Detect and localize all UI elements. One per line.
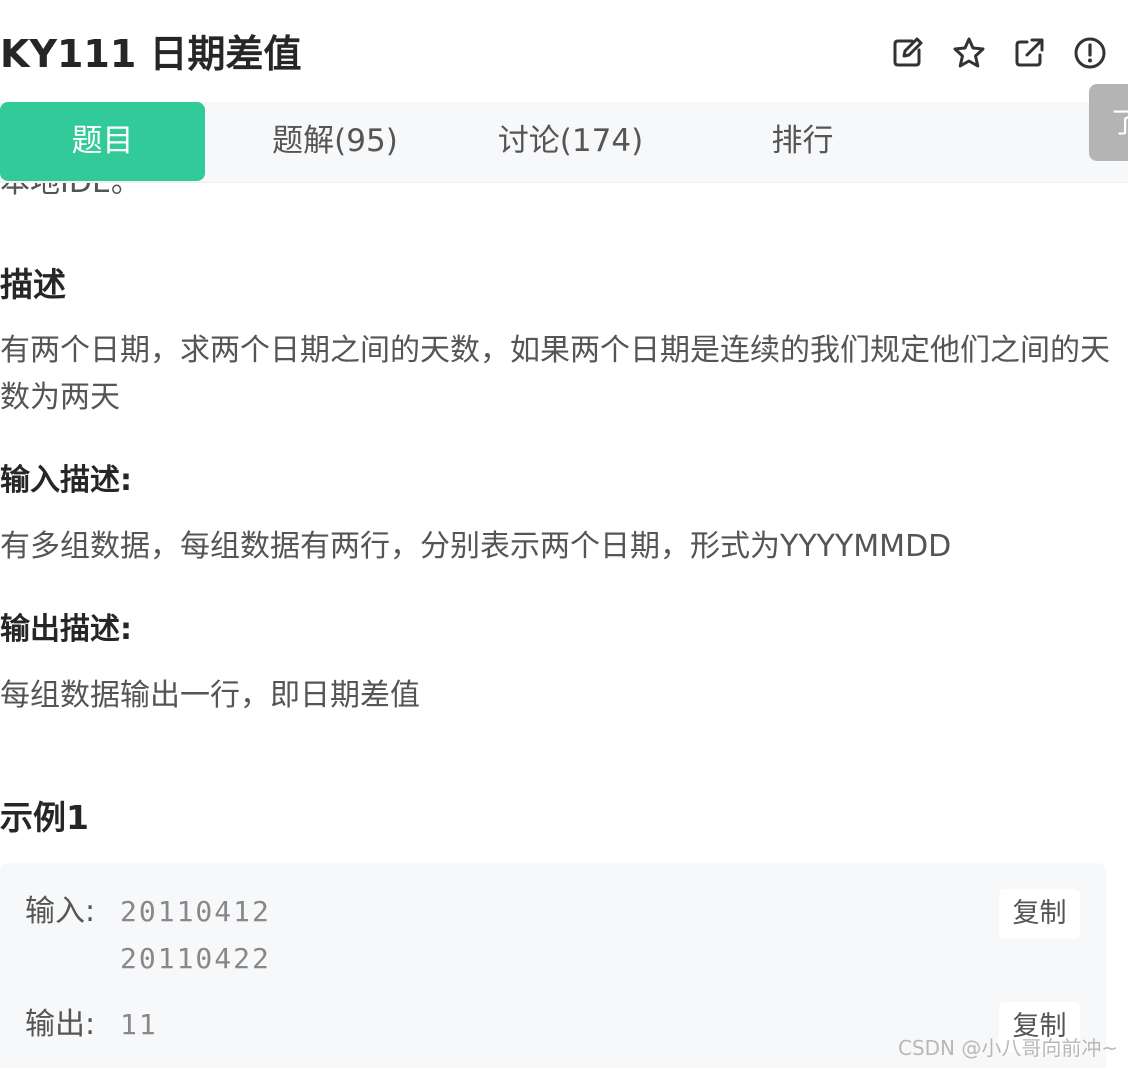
tab-problem[interactable]: 题目 xyxy=(0,102,205,181)
tab-bar: 题目 题解(95) 讨论(174) 排行 xyxy=(0,102,1128,183)
copy-input-button[interactable]: 复制 xyxy=(999,889,1080,939)
page-title: KY111 日期差值 xyxy=(0,32,302,76)
description-heading: 描述 xyxy=(0,265,66,304)
description-text: 有两个日期，求两个日期之间的天数，如果两个日期是连续的我们规定他们之间的天数为两… xyxy=(0,333,1110,415)
edit-icon[interactable] xyxy=(888,34,926,72)
side-collapse-tab[interactable]: 了 xyxy=(1089,84,1128,161)
external-link-icon[interactable] xyxy=(1010,34,1048,72)
watermark: CSDN @小八哥向前冲~ xyxy=(898,1036,1119,1060)
tab-discussion[interactable]: 讨论(174) xyxy=(478,102,663,181)
example-input-label: 输入: xyxy=(25,894,96,929)
example-heading: 示例1 xyxy=(0,798,89,837)
title-actions xyxy=(888,34,1128,74)
example-input-line: 20110422 xyxy=(120,942,271,975)
input-desc-text: 有多组数据，每组数据有两行，分别表示两个日期，形式为YYYYMMDD xyxy=(0,529,952,564)
example-output-value: 11 xyxy=(120,1008,158,1041)
star-icon[interactable] xyxy=(950,34,988,72)
tab-ranking[interactable]: 排行 xyxy=(740,102,865,181)
tab-solutions[interactable]: 题解(95) xyxy=(245,102,425,181)
problem-content: 本地IDE。 描述 有两个日期，求两个日期之间的天数，如果两个日期是连续的我们规… xyxy=(0,183,1128,1068)
output-desc-heading: 输出描述: xyxy=(0,612,132,647)
title-bar: KY111 日期差值 xyxy=(0,0,1128,102)
input-desc-heading: 输入描述: xyxy=(0,463,132,498)
truncated-text: 本地IDE。 xyxy=(0,183,141,207)
example-output-label: 输出: xyxy=(25,1007,96,1042)
output-desc-text: 每组数据输出一行，即日期差值 xyxy=(0,678,420,713)
example-input-line: 20110412 xyxy=(120,895,271,928)
report-icon[interactable] xyxy=(1071,34,1109,72)
